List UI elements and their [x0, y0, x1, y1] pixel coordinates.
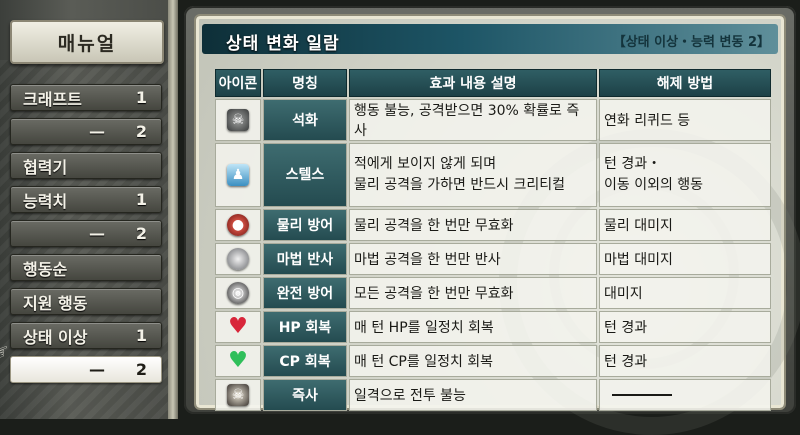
page-subtitle: 【상태 이상・능력 변동 2】: [612, 35, 770, 50]
menu-item-number: 2: [135, 122, 147, 141]
menu-item-turn-order[interactable]: 행동순: [10, 254, 162, 281]
status-effect: 행동 불능, 공격받으면 30% 확률로 즉사: [349, 99, 597, 141]
status-remedy: 턴 경과・ 이동 이외의 행동: [599, 143, 771, 207]
page-header: 상태 변화 일람 【상태 이상・능력 변동 2】: [202, 24, 778, 54]
menu-item-label: 협력기: [23, 157, 68, 177]
menu-item-label: 크래프트: [23, 89, 82, 109]
menu-item-dash: —: [89, 224, 105, 243]
status-remedy: 마법 대미지: [599, 243, 771, 275]
menu-item-number: 2: [135, 224, 147, 243]
magic-reflect-icon: [227, 248, 249, 270]
menu-item-number: 1: [135, 326, 147, 345]
status-effect: 마법 공격을 한 번만 반사: [349, 243, 597, 275]
content-panel: 상태 변화 일람 【상태 이상・능력 변동 2】 아이콘 명칭 효과 내용 설명…: [194, 14, 800, 435]
menu-item-number: 2: [135, 360, 147, 379]
menu-item-number: 1: [135, 88, 147, 107]
menu-item-stats-2[interactable]: — 2: [10, 220, 162, 247]
table-row: 마법 반사 마법 공격을 한 번만 반사 마법 대미지: [215, 243, 771, 275]
header-effect: 효과 내용 설명: [349, 69, 597, 97]
manual-sidebar: 매뉴얼 ☞ 크래프트 1 — 2 협력기 능력치 1 — 2 행동순 지원 행동…: [0, 0, 178, 419]
status-effect: 매 턴 HP를 일정치 회복: [349, 311, 597, 343]
table-row: ♥ CP 회복 매 턴 CP를 일정치 회복 턴 경과: [215, 345, 771, 377]
header-icon: 아이콘: [215, 69, 261, 97]
status-effect-line2: 물리 공격을 가하면 반드시 크리티컬: [354, 177, 565, 193]
menu-item-craft-1[interactable]: 크래프트 1: [10, 84, 162, 111]
menu-item-status-2[interactable]: — 2: [10, 356, 162, 383]
table-row: ● 물리 방어 물리 공격을 한 번만 무효화 물리 대미지: [215, 209, 771, 241]
menu-item-craft-2[interactable]: — 2: [10, 118, 162, 145]
status-name: 물리 방어: [263, 209, 347, 241]
status-effect: 적에게 보이지 않게 되며 물리 공격을 가하면 반드시 크리티컬: [349, 143, 597, 207]
status-name: 마법 반사: [263, 243, 347, 275]
sidebar-rail: [168, 0, 178, 419]
menu-item-status-1[interactable]: 상태 이상 1: [10, 322, 162, 349]
status-effect: 물리 공격을 한 번만 무효화: [349, 209, 597, 241]
instant-death-skull-icon: ☠: [227, 384, 249, 406]
stealth-figure-icon: ♟: [227, 164, 249, 186]
menu-item-number: 1: [135, 190, 147, 209]
menu-item-label: 상태 이상: [23, 327, 88, 347]
content-board: 상태 변화 일람 【상태 이상・능력 변동 2】 아이콘 명칭 효과 내용 설명…: [184, 6, 800, 435]
menu-item-cooperation[interactable]: 협력기: [10, 152, 162, 179]
menu-item-dash: —: [89, 122, 105, 141]
status-remedy: [599, 379, 771, 411]
table-row: ♥ HP 회복 매 턴 HP를 일정치 회복 턴 경과: [215, 311, 771, 343]
status-remedy: 턴 경과: [599, 311, 771, 343]
status-remedy-line1: 턴 경과・: [604, 156, 662, 172]
petrify-skull-icon: ☠: [227, 109, 249, 131]
status-name: 즉사: [263, 379, 347, 411]
menu-item-label: 능력치: [23, 191, 68, 211]
status-table: 아이콘 명칭 효과 내용 설명 해제 방법 ☠ 석화 행동 불능, 공격받으면 …: [213, 67, 773, 413]
status-effect: 일격으로 전투 불능: [349, 379, 597, 411]
header-remedy: 해제 방법: [599, 69, 771, 97]
status-remedy: 물리 대미지: [599, 209, 771, 241]
full-defense-icon: ◎: [227, 282, 249, 304]
manual-title: 매뉴얼: [10, 20, 164, 64]
cp-heart-icon: ♥: [228, 348, 248, 373]
table-row: ☠ 석화 행동 불능, 공격받으면 30% 확률로 즉사 연화 리퀴드 등: [215, 99, 771, 141]
menu-item-label: 지원 행동: [23, 293, 88, 313]
menu-item-dash: —: [89, 360, 105, 379]
table-header-row: 아이콘 명칭 효과 내용 설명 해제 방법: [215, 69, 771, 97]
table-row: ◎ 완전 방어 모든 공격을 한 번만 무효화 대미지: [215, 277, 771, 309]
header-name: 명칭: [263, 69, 347, 97]
status-effect: 매 턴 CP를 일정치 회복: [349, 345, 597, 377]
status-name: 석화: [263, 99, 347, 141]
status-effect: 모든 공격을 한 번만 무효화: [349, 277, 597, 309]
status-remedy: 연화 리퀴드 등: [599, 99, 771, 141]
status-remedy: 턴 경과: [599, 345, 771, 377]
page-title: 상태 변화 일람: [226, 34, 340, 54]
hp-heart-icon: ♥: [228, 314, 248, 339]
status-name: HP 회복: [263, 311, 347, 343]
status-name: 완전 방어: [263, 277, 347, 309]
table-row: ☠ 즉사 일격으로 전투 불능: [215, 379, 771, 411]
status-name: CP 회복: [263, 345, 347, 377]
status-name: 스텔스: [263, 143, 347, 207]
physical-shield-icon: ●: [227, 214, 249, 236]
menu-item-label: 행동순: [23, 259, 68, 279]
manual-menu: 크래프트 1 — 2 협력기 능력치 1 — 2 행동순 지원 행동 상태 이상…: [10, 84, 162, 390]
table-row: ♟ 스텔스 적에게 보이지 않게 되며 물리 공격을 가하면 반드시 크리티컬 …: [215, 143, 771, 207]
status-remedy-line2: 이동 이외의 행동: [604, 177, 704, 193]
menu-item-stats-1[interactable]: 능력치 1: [10, 186, 162, 213]
menu-item-support-action[interactable]: 지원 행동: [10, 288, 162, 315]
status-remedy: 대미지: [599, 277, 771, 309]
status-effect-line1: 적에게 보이지 않게 되며: [354, 156, 497, 172]
no-remedy-dash: [612, 394, 672, 396]
